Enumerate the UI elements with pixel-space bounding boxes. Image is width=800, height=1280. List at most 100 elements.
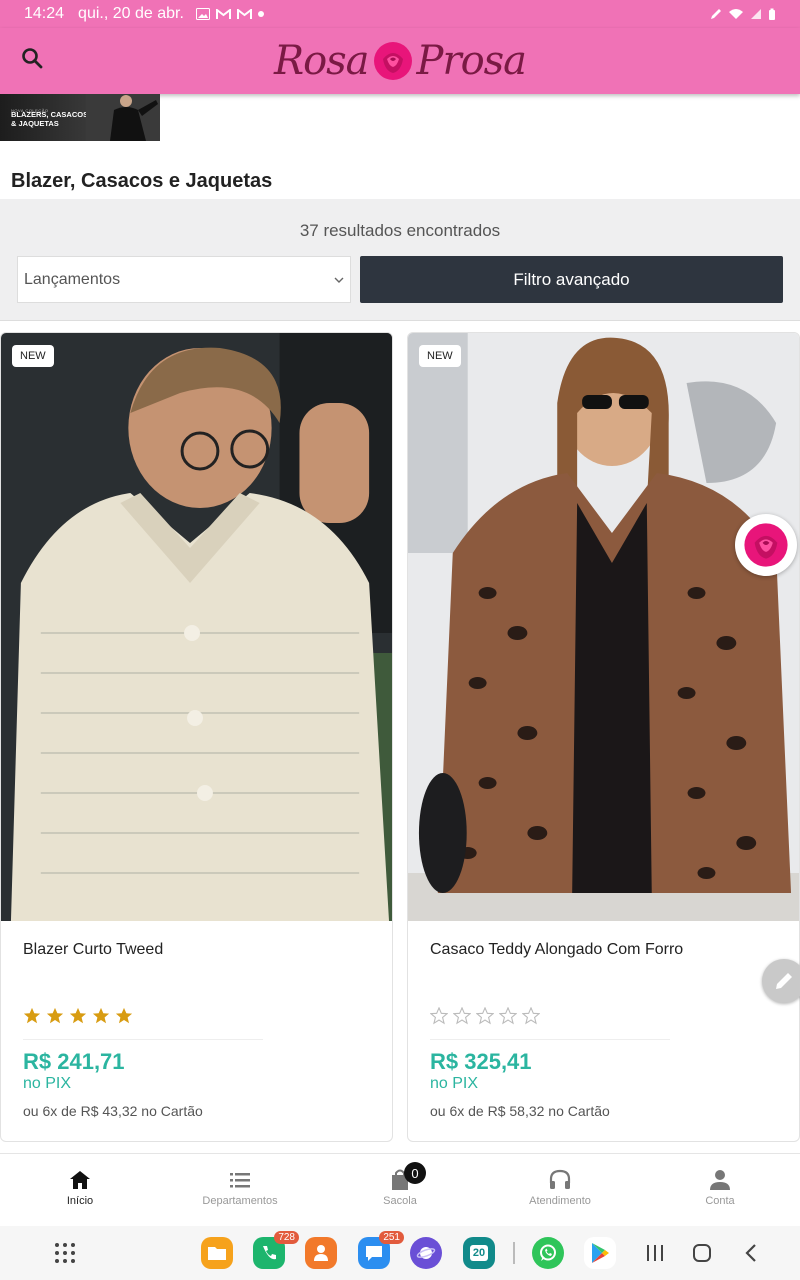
headset-icon <box>549 1169 571 1189</box>
rose-icon <box>373 42 412 80</box>
nav-label: Sacola <box>383 1195 417 1207</box>
app-header: Rosa Prosa <box>0 28 800 94</box>
installments-text: ou 6x de R$ 43,32 no Cartão <box>23 1103 203 1119</box>
category-banner[interactable]: NOVA COLEÇÃO BLAZERS, CASACOS & JAQUETAS <box>0 94 160 141</box>
logo-word-rosa: Rosa <box>273 38 370 84</box>
product-image[interactable] <box>1 333 392 921</box>
star-filled-icon <box>46 1007 64 1024</box>
contact-person-icon <box>314 1245 328 1261</box>
system-icons <box>710 8 776 21</box>
nav-item-bag[interactable]: 0 Sacola <box>320 1154 480 1226</box>
sort-selected-value: Lançamentos <box>24 270 121 288</box>
bottom-navigation: Início Departamentos 0 Sacola Atendiment… <box>0 1153 800 1226</box>
home-square-icon <box>693 1244 711 1262</box>
nav-label: Departamentos <box>202 1195 278 1207</box>
recents-icon <box>647 1245 663 1261</box>
nav-item-account[interactable]: Conta <box>640 1154 800 1226</box>
nav-label: Conta <box>705 1195 735 1207</box>
notification-badge: 728 <box>274 1231 299 1244</box>
status-bar: 14:24 qui., 20 de abr. <box>0 0 800 28</box>
files-app-icon[interactable] <box>201 1237 233 1269</box>
advanced-filter-button[interactable]: Filtro avançado <box>360 256 783 303</box>
nav-item-departments[interactable]: Departamentos <box>160 1154 320 1226</box>
product-price: R$ 241,71 <box>23 1049 125 1074</box>
notification-badge: 251 <box>379 1231 404 1244</box>
gmail-icon <box>215 8 231 19</box>
battery-icon <box>769 8 775 20</box>
star-filled-icon <box>115 1007 133 1024</box>
calendar-date-text: 20 <box>469 1245 489 1261</box>
page-title: Blazer, Casacos e Jaquetas <box>11 170 273 192</box>
internet-app-icon[interactable] <box>410 1237 442 1269</box>
product-card[interactable]: NEW Blazer Curto Tweed R$ 241,71 no PIX … <box>0 332 393 1142</box>
new-badge: NEW <box>419 345 461 367</box>
home-button[interactable] <box>689 1240 715 1266</box>
back-button[interactable] <box>738 1240 764 1266</box>
dock-separator <box>513 1242 515 1264</box>
logo-word-prosa: Prosa <box>416 38 527 84</box>
app-drawer-icon[interactable] <box>52 1240 78 1266</box>
sort-select[interactable]: Lançamentos <box>17 256 351 303</box>
phone-app-icon[interactable]: 728 <box>253 1231 299 1269</box>
calendar-app-icon[interactable]: 20 <box>463 1237 495 1269</box>
status-time: 14:24 <box>24 5 65 22</box>
price-note: no PIX <box>430 1075 479 1092</box>
pen-icon <box>711 9 721 19</box>
play-store-app-icon[interactable] <box>584 1237 616 1269</box>
notification-icons <box>195 8 264 20</box>
person-icon <box>710 1170 730 1190</box>
whatsapp-icon <box>540 1244 556 1261</box>
pencil-icon <box>776 973 792 989</box>
rating-stars <box>430 1007 540 1025</box>
rose-chat-button[interactable] <box>735 514 797 576</box>
play-store-icon <box>592 1243 609 1263</box>
nav-label: Início <box>66 1195 94 1207</box>
divider <box>430 1039 670 1040</box>
filter-bar: 37 resultados encontrados Lançamentos Fi… <box>0 199 800 321</box>
star-empty-icon <box>476 1007 494 1025</box>
star-filled-icon <box>23 1007 41 1024</box>
nav-item-support[interactable]: Atendimento <box>480 1154 640 1226</box>
price-note: no PIX <box>23 1075 72 1092</box>
results-count: 37 resultados encontrados <box>299 221 501 240</box>
gmail-icon <box>236 8 252 19</box>
chevron-down-icon <box>334 277 344 283</box>
nav-label: Atendimento <box>529 1195 591 1207</box>
rating-stars <box>23 1007 133 1025</box>
product-price: R$ 325,41 <box>430 1049 532 1074</box>
star-filled-icon <box>69 1007 87 1024</box>
wifi-icon <box>729 9 743 19</box>
bag-count-badge: 0 <box>404 1162 426 1184</box>
product-name[interactable]: Blazer Curto Tweed <box>23 941 163 959</box>
brand-logo[interactable]: Rosa Prosa <box>273 38 527 84</box>
folder-icon <box>208 1247 226 1260</box>
planet-icon <box>416 1247 436 1259</box>
product-card[interactable]: NEW Casaco Teddy Alongado Com Forro R$ 3… <box>407 332 800 1142</box>
product-name[interactable]: Casaco Teddy Alongado Com Forro <box>430 941 683 959</box>
installments-text: ou 6x de R$ 58,32 no Cartão <box>430 1103 610 1119</box>
search-button[interactable] <box>16 42 48 74</box>
home-icon <box>70 1171 90 1189</box>
star-empty-icon <box>522 1007 540 1025</box>
contacts-app-icon[interactable] <box>305 1237 337 1269</box>
banner-model-image <box>86 94 160 141</box>
nav-item-home[interactable]: Início <box>0 1154 160 1226</box>
list-icon <box>230 1173 250 1188</box>
signal-icon <box>751 9 761 19</box>
recent-apps-button[interactable] <box>642 1240 668 1266</box>
star-empty-icon <box>453 1007 471 1025</box>
star-empty-icon <box>430 1007 448 1025</box>
phone-icon <box>263 1246 276 1260</box>
star-empty-icon <box>499 1007 517 1025</box>
image-icon <box>195 8 210 20</box>
whatsapp-app-icon[interactable] <box>532 1237 564 1269</box>
messages-app-icon[interactable]: 251 <box>358 1231 404 1269</box>
android-navigation-bar: 728 251 20 <box>0 1226 800 1280</box>
new-badge: NEW <box>12 345 54 367</box>
status-date: qui., 20 de abr. <box>78 5 184 22</box>
product-image[interactable] <box>408 333 799 921</box>
back-chevron-icon <box>745 1244 756 1262</box>
star-filled-icon <box>92 1007 110 1024</box>
divider <box>23 1039 263 1040</box>
edit-button[interactable] <box>762 959 800 1003</box>
